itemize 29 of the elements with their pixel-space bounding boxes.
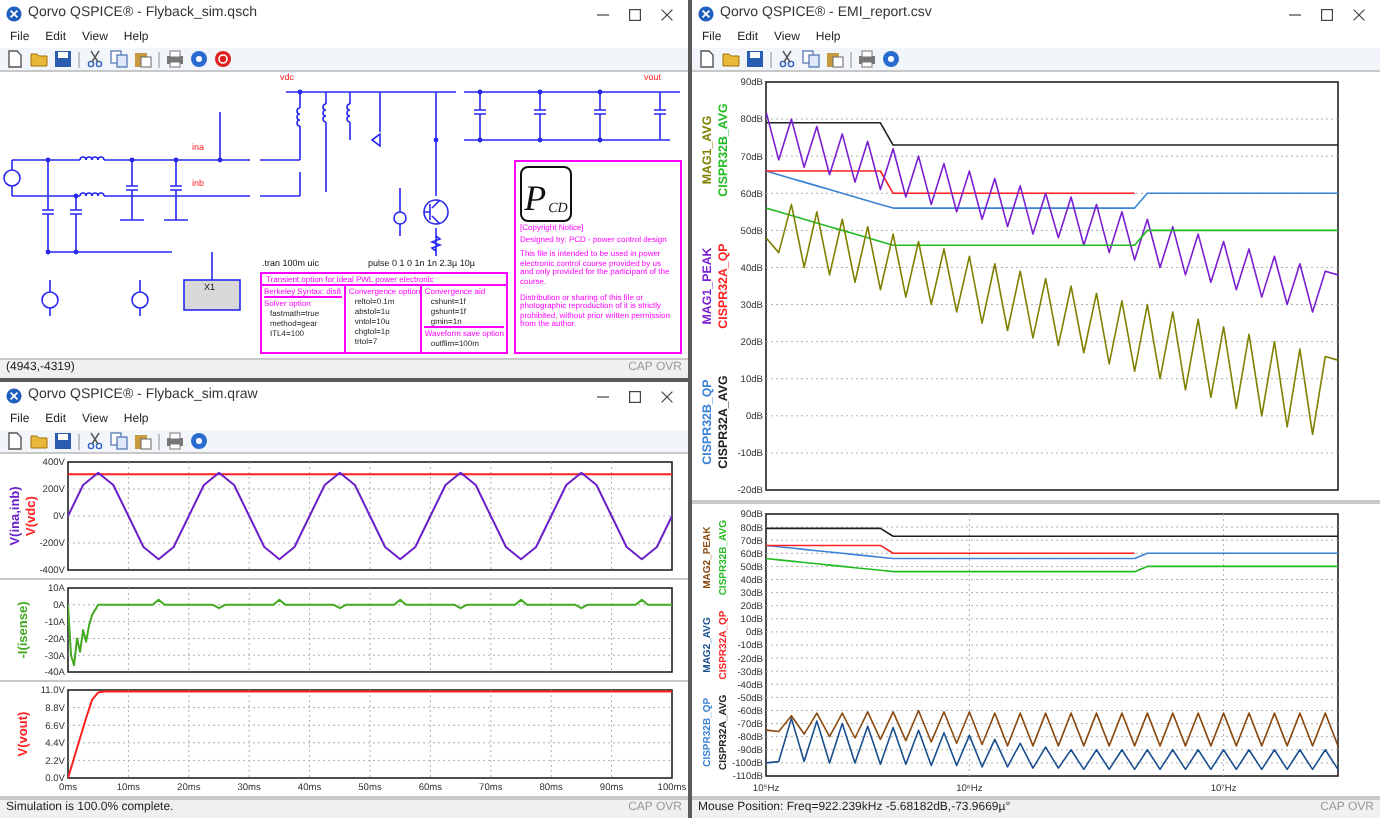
app-icon xyxy=(6,388,22,404)
save-icon[interactable] xyxy=(54,50,72,68)
maximize-icon[interactable] xyxy=(1320,7,1334,21)
clipboard-icon[interactable] xyxy=(826,50,844,68)
save-icon[interactable] xyxy=(54,432,72,450)
printer-icon[interactable] xyxy=(858,50,876,68)
app-icon xyxy=(6,6,22,22)
clipboard-icon[interactable] xyxy=(134,432,152,450)
copy-icon[interactable] xyxy=(802,50,820,68)
save-icon[interactable] xyxy=(746,50,764,68)
close-icon[interactable] xyxy=(660,389,674,403)
help-icon[interactable] xyxy=(190,50,208,68)
copy-icon[interactable] xyxy=(110,50,128,68)
logo-letter: P xyxy=(524,180,547,216)
scissors-icon[interactable] xyxy=(86,432,104,450)
printer-icon[interactable] xyxy=(166,50,184,68)
scissors-icon[interactable] xyxy=(86,50,104,68)
clipboard-icon[interactable] xyxy=(134,50,152,68)
app-icon xyxy=(698,6,714,22)
help-icon[interactable] xyxy=(190,432,208,450)
help-icon[interactable] xyxy=(882,50,900,68)
copy-icon[interactable] xyxy=(110,432,128,450)
scissors-icon[interactable] xyxy=(778,50,796,68)
printer-icon[interactable] xyxy=(166,432,184,450)
close-icon[interactable] xyxy=(660,7,674,21)
maximize-icon[interactable] xyxy=(628,389,642,403)
maximize-icon[interactable] xyxy=(628,7,642,21)
stop-icon[interactable] xyxy=(214,50,232,68)
close-icon[interactable] xyxy=(1352,7,1366,21)
